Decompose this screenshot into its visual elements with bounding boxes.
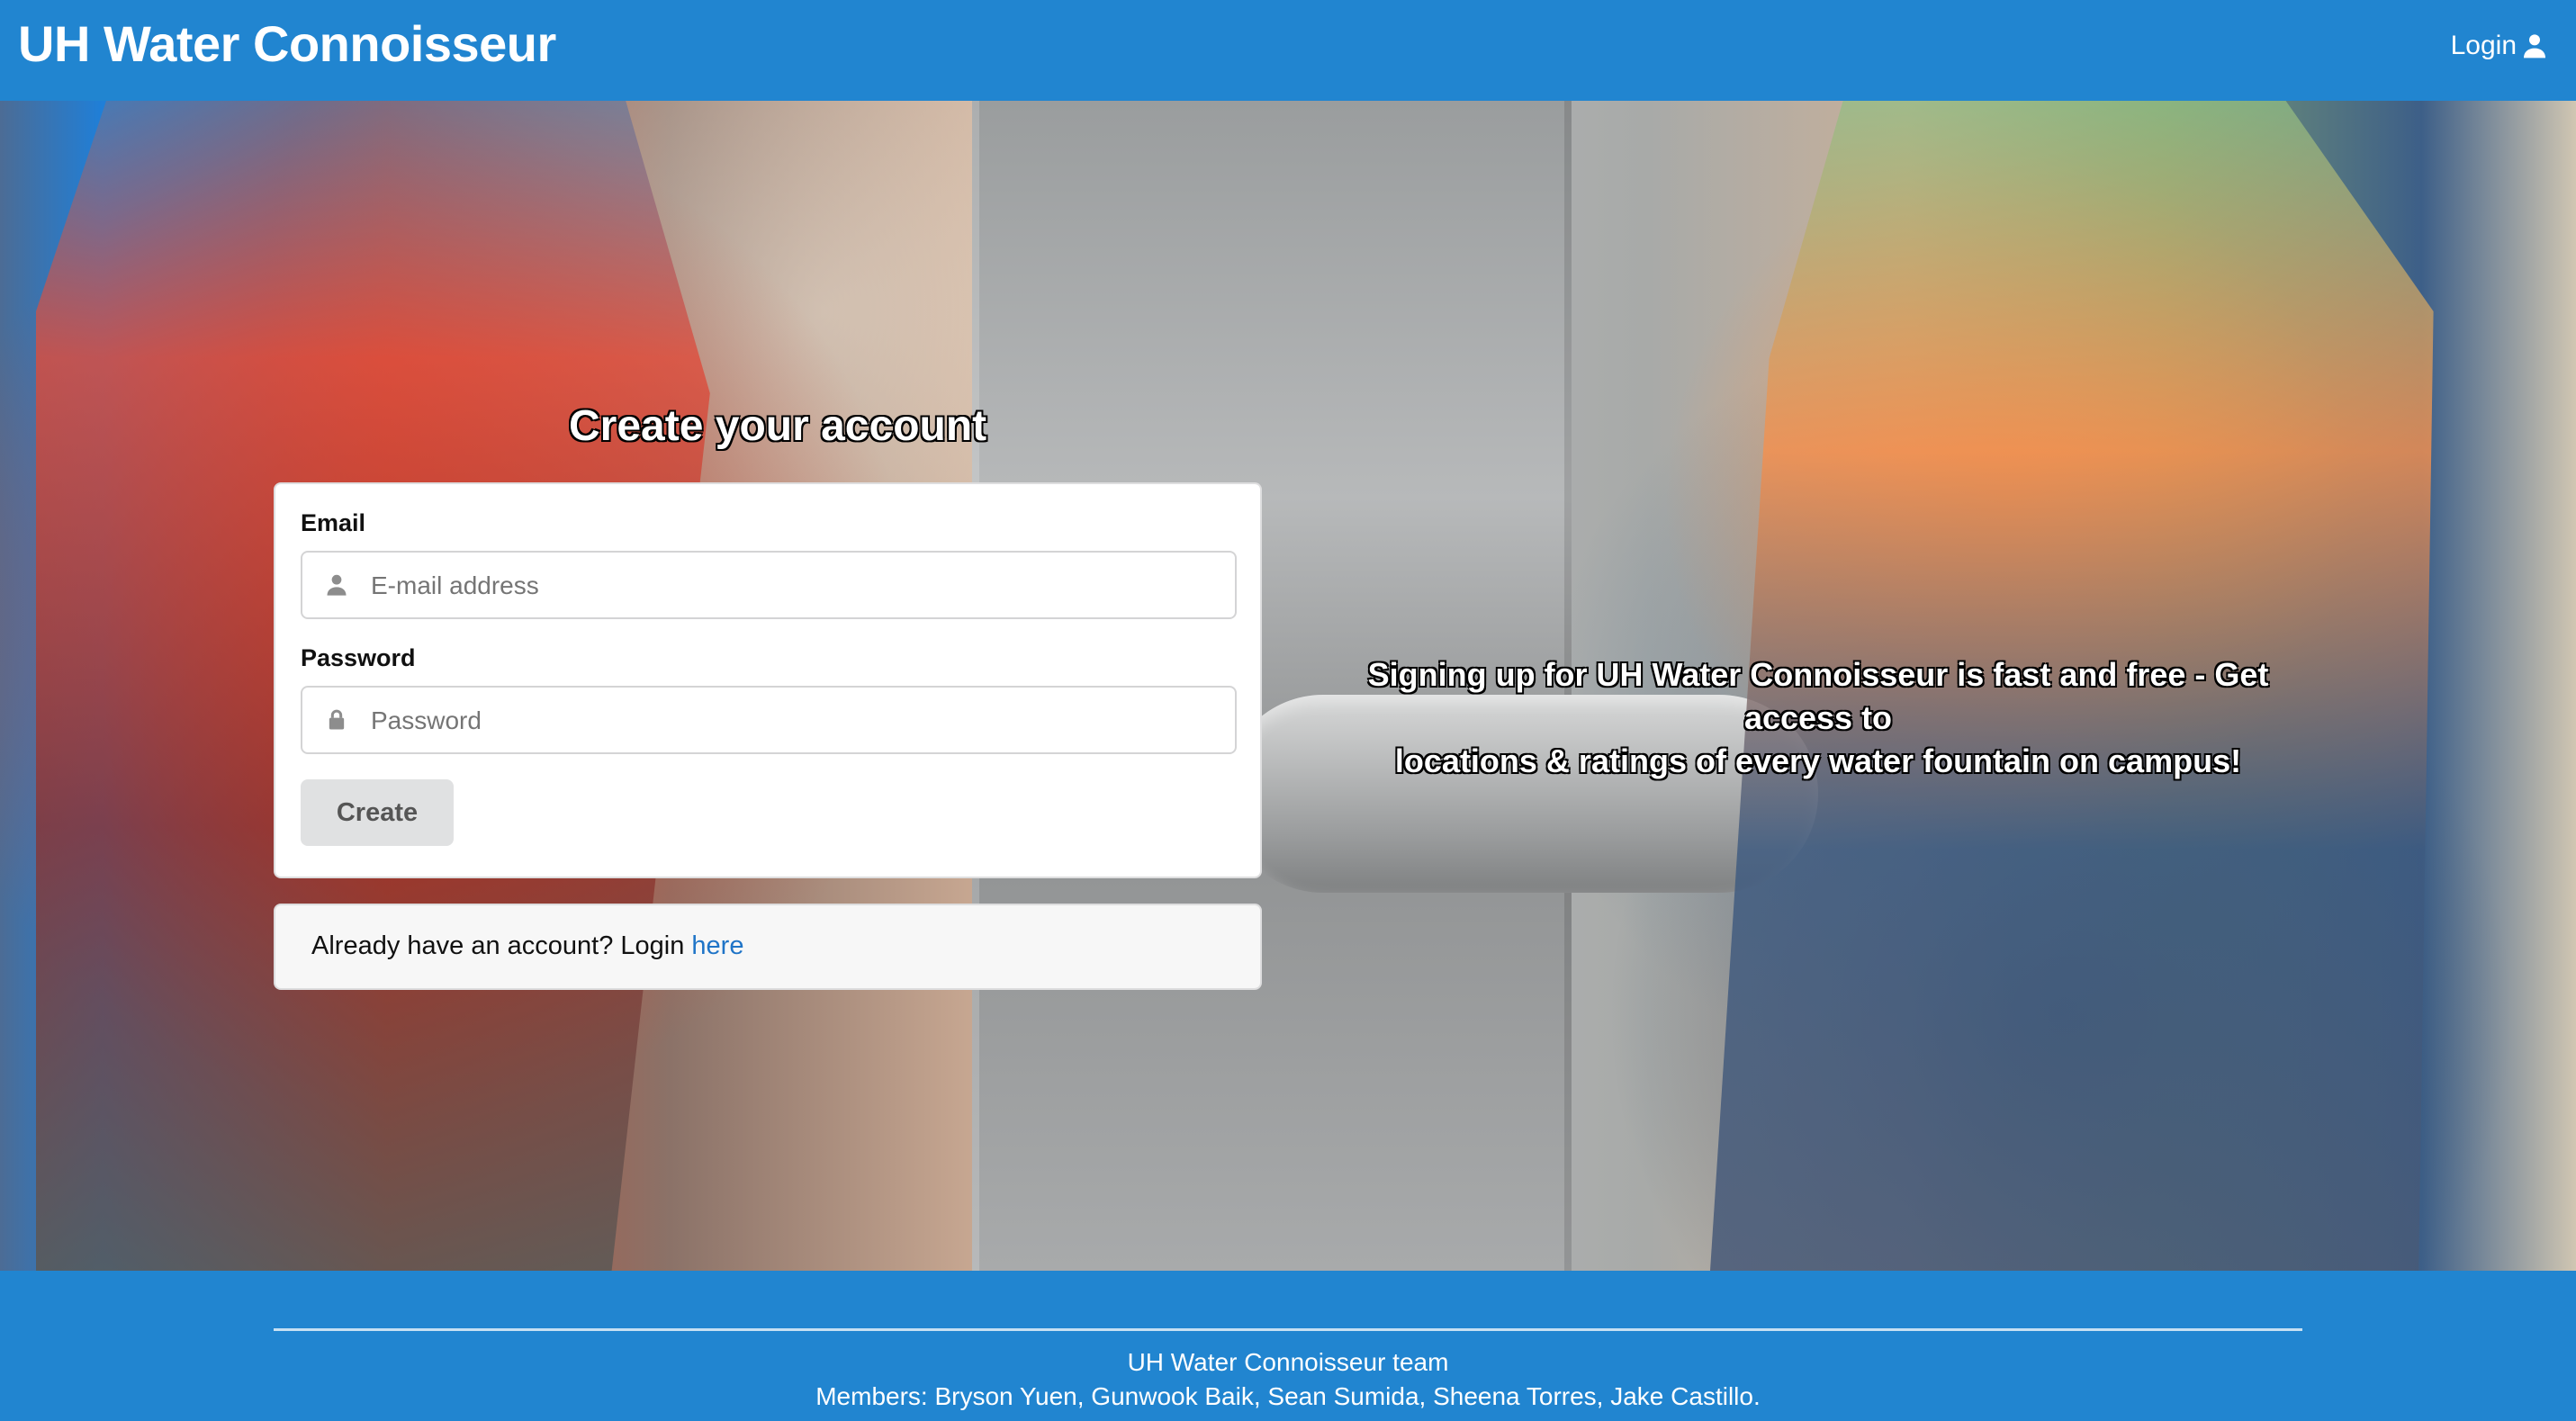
top-navigation-bar: UH Water Connoisseur Login <box>0 0 2576 101</box>
login-prompt-text: Already have an account? Login <box>311 931 685 960</box>
footer-members: Members: Bryson Yuen, Gunwook Baik, Sean… <box>815 1382 1761 1410</box>
promo-line-1: Signing up for UH Water Connoisseur is f… <box>1367 656 2269 736</box>
footer-divider <box>274 1328 2302 1331</box>
promo-line-2: locations & ratings of every water fount… <box>1394 742 2242 779</box>
password-field-container[interactable] <box>301 686 1237 754</box>
email-label: Email <box>301 509 366 536</box>
signup-title: Create your account <box>569 402 987 450</box>
footer-team-name: UH Water Connoisseur team <box>1127 1348 1449 1376</box>
password-input[interactable] <box>369 688 1219 754</box>
create-account-button[interactable]: Create <box>301 779 454 846</box>
login-here-link[interactable]: here <box>691 931 743 960</box>
signup-form: Email Password Create <box>274 482 1262 878</box>
lock-icon <box>329 709 345 730</box>
signup-hero: Create your account Email Password Creat… <box>0 101 2576 1271</box>
user-icon <box>2524 34 2545 58</box>
signup-promotion: Signing up for UH Water Connoisseur is f… <box>1314 653 2322 783</box>
email-field-container[interactable] <box>301 551 1237 619</box>
login-prompt: Already have an account? Login here <box>311 931 743 961</box>
existing-account-message: Already have an account? Login here <box>274 904 1262 990</box>
password-label: Password <box>301 644 416 671</box>
email-input[interactable] <box>369 553 1219 619</box>
site-brand[interactable]: UH Water Connoisseur <box>18 14 556 73</box>
login-label: Login <box>2450 31 2517 60</box>
login-button[interactable]: Login <box>2451 31 2549 61</box>
user-icon <box>327 574 347 596</box>
site-footer: UH Water Connoisseur team Members: Bryso… <box>0 1271 2576 1421</box>
